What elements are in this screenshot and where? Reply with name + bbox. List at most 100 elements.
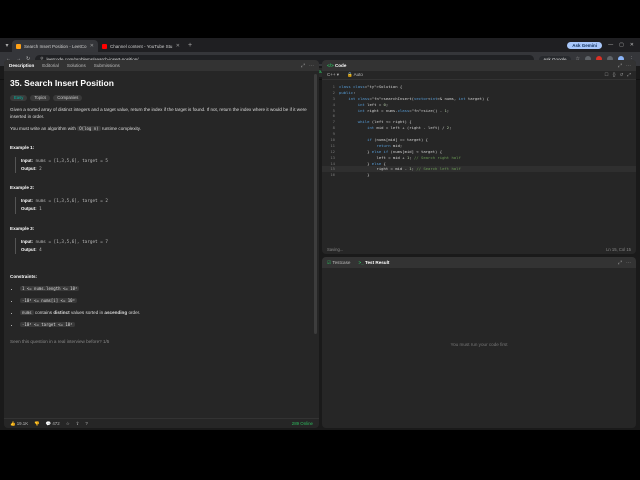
example-box: Input: nums = [1,3,5,6], target = 7 Outp… bbox=[15, 237, 313, 255]
output-label: Output: bbox=[21, 165, 37, 171]
companies-tag[interactable]: Companies bbox=[53, 94, 83, 102]
code-text: } bbox=[339, 172, 370, 178]
comments-button[interactable]: 💬 472 bbox=[46, 421, 60, 427]
test-result-tab[interactable]: >_ Test Result bbox=[358, 260, 389, 265]
tab-title: Channel content - YouTube Stu bbox=[110, 43, 173, 49]
save-status: Saving... bbox=[327, 247, 344, 252]
auto-label: Auto bbox=[353, 72, 363, 77]
description-panel: Description Editorial Solutions Submissi… bbox=[4, 60, 319, 428]
maximize-button[interactable]: ▢ bbox=[619, 42, 624, 48]
checkbox-icon: ☑ bbox=[327, 259, 332, 265]
maximize-panel-icon[interactable]: ⤢ bbox=[301, 63, 305, 69]
editor-status-bar: Saving... Ln 15, Col 15 bbox=[322, 245, 636, 254]
expand-icon[interactable]: ⤢ bbox=[618, 63, 622, 69]
constraint-code: -10⁴ <= nums[i] <= 10⁴ bbox=[20, 297, 77, 303]
test-result-label: Test Result bbox=[365, 260, 390, 265]
youtube-favicon-icon bbox=[102, 43, 107, 49]
constraint-code: -10⁴ <= target <= 10⁴ bbox=[20, 321, 75, 327]
format-braces-icon[interactable]: {} bbox=[613, 72, 616, 78]
new-tab-button[interactable]: + bbox=[184, 42, 196, 49]
close-tab-icon[interactable]: ✕ bbox=[90, 43, 94, 49]
like-button[interactable]: 👍 19.1K bbox=[10, 421, 28, 427]
line-number: 16 bbox=[330, 172, 335, 178]
help-icon[interactable]: ? bbox=[85, 421, 87, 426]
difficulty-badge: Easy bbox=[10, 94, 28, 102]
code-tab-label: Code bbox=[334, 63, 347, 68]
leetcode-favicon-icon bbox=[16, 43, 21, 49]
left-tab-bar: Description Editorial Solutions Submissi… bbox=[4, 60, 319, 71]
constraint-item: -10⁴ <= target <= 10⁴ bbox=[20, 321, 313, 329]
description-scrollbar[interactable] bbox=[314, 74, 317, 334]
code-icon: </> bbox=[327, 63, 334, 68]
example-heading: Example 2: bbox=[10, 185, 35, 191]
tab-editorial[interactable]: Editorial bbox=[42, 63, 59, 68]
bookmark-icon[interactable]: ☐ bbox=[605, 72, 609, 78]
tab-solutions[interactable]: Solutions bbox=[67, 63, 86, 68]
reset-icon[interactable]: ↺ bbox=[620, 72, 624, 78]
thumbs-up-icon: 👍 bbox=[10, 420, 16, 426]
editor-header: </> Code ⤢ ⋯ bbox=[322, 60, 636, 71]
constraint-code: 1 <= nums.length <= 10⁴ bbox=[20, 286, 80, 292]
problem-statement: Given a sorted array of distinct integer… bbox=[10, 107, 307, 119]
like-count: 19.1K bbox=[16, 420, 29, 426]
code-area[interactable]: 1 class class="ty">Solution {2 public: 3 in… bbox=[322, 80, 636, 178]
code-tab[interactable]: </> Code bbox=[327, 63, 346, 68]
minimize-button[interactable]: — bbox=[608, 42, 613, 48]
fullscreen-icon[interactable]: ⤢ bbox=[627, 72, 631, 78]
constraint-item: nums contains distinct values sorted in … bbox=[20, 309, 313, 317]
input-label: Input: bbox=[21, 238, 33, 244]
problem-title[interactable]: 35. Search Insert Position bbox=[10, 77, 313, 90]
tab-description[interactable]: Description bbox=[9, 63, 34, 68]
complexity-code: O(log n) bbox=[77, 125, 101, 131]
browser-tab-bar: ▾ Search Insert Position - LeetCo ✕ Chan… bbox=[0, 38, 640, 52]
constraint-item: -10⁴ <= nums[i] <= 10⁴ bbox=[20, 297, 313, 305]
example-input: nums = [1,3,5,6], target = 2 bbox=[35, 199, 108, 205]
panel-menu-icon[interactable]: ⋯ bbox=[626, 260, 631, 266]
language-value: C++ bbox=[327, 72, 336, 77]
complexity-text: runtime complexity. bbox=[101, 125, 142, 131]
close-window-button[interactable]: ✕ bbox=[630, 42, 634, 48]
constraint-text: contains bbox=[34, 309, 53, 315]
language-select[interactable]: C++ ▾ bbox=[327, 72, 339, 78]
expand-icon[interactable]: ⤢ bbox=[618, 260, 622, 266]
example-box: Input: nums = [1,3,5,6], target = 2 Outp… bbox=[15, 197, 313, 214]
editor-toolbar: C++ ▾ 🔒 Auto ☐ {} ↺ ⤢ bbox=[322, 71, 636, 80]
description-footer: 👍 19.1K 👎 💬 472 ☆ ⇪ ? 289 Online bbox=[4, 418, 319, 428]
chevron-down-icon: ▾ bbox=[336, 72, 340, 77]
code-text: int right = nums.class="fn">size() - 1; bbox=[357, 107, 450, 113]
constraints-heading: Constraints: bbox=[10, 274, 38, 280]
auto-mode[interactable]: 🔒 Auto bbox=[347, 72, 363, 78]
example-output: 4 bbox=[39, 247, 42, 253]
testcase-tab[interactable]: ☑ Testcase bbox=[327, 260, 350, 266]
browser-tab-leetcode[interactable]: Search Insert Position - LeetCo ✕ bbox=[12, 40, 98, 52]
constraint-text: values sorted in bbox=[70, 309, 104, 315]
input-label: Input: bbox=[21, 198, 33, 204]
tab-submissions[interactable]: Submissions bbox=[94, 63, 120, 68]
close-tab-icon[interactable]: ✕ bbox=[176, 43, 180, 49]
output-label: Output: bbox=[21, 206, 37, 212]
example-output: 1 bbox=[39, 207, 42, 213]
lock-icon: 🔒 bbox=[347, 72, 353, 77]
tab-search-icon[interactable]: ▾ bbox=[2, 40, 12, 50]
seen-in-interview[interactable]: Seen this question in a real interview b… bbox=[10, 339, 313, 346]
constraint-code: nums bbox=[20, 309, 34, 315]
panel-menu-icon[interactable]: ⋯ bbox=[309, 63, 314, 69]
constraint-bold: ascending bbox=[104, 309, 128, 315]
dislike-button[interactable]: 👎 bbox=[34, 421, 39, 427]
share-icon[interactable]: ⇪ bbox=[76, 421, 80, 427]
comment-count: 472 bbox=[52, 420, 60, 426]
browser-tab-youtube[interactable]: Channel content - YouTube Stu ✕ bbox=[98, 40, 184, 52]
ask-gemini-button[interactable]: Ask Gemini bbox=[567, 41, 603, 49]
constraint-text: order. bbox=[128, 309, 141, 315]
input-label: Input: bbox=[21, 157, 33, 163]
bookmark-icon[interactable]: ☆ bbox=[66, 421, 70, 427]
test-result-panel: ☑ Testcase >_ Test Result ⤢ ⋯ You must ru… bbox=[322, 257, 636, 428]
terminal-icon: >_ bbox=[358, 260, 364, 265]
testcase-label: Testcase bbox=[332, 259, 351, 265]
example-heading: Example 3: bbox=[10, 225, 35, 231]
example-box: Input: nums = [1,3,5,6], target = 5 Outp… bbox=[15, 156, 313, 174]
topics-tag[interactable]: Topics bbox=[30, 94, 51, 102]
panel-menu-icon[interactable]: ⋯ bbox=[626, 63, 631, 69]
code-line[interactable]: 16 } bbox=[322, 172, 636, 178]
code-editor-panel: </> Code ⤢ ⋯ C++ ▾ 🔒 Auto ☐ {} ↺ ⤢ 1 class… bbox=[322, 60, 636, 254]
